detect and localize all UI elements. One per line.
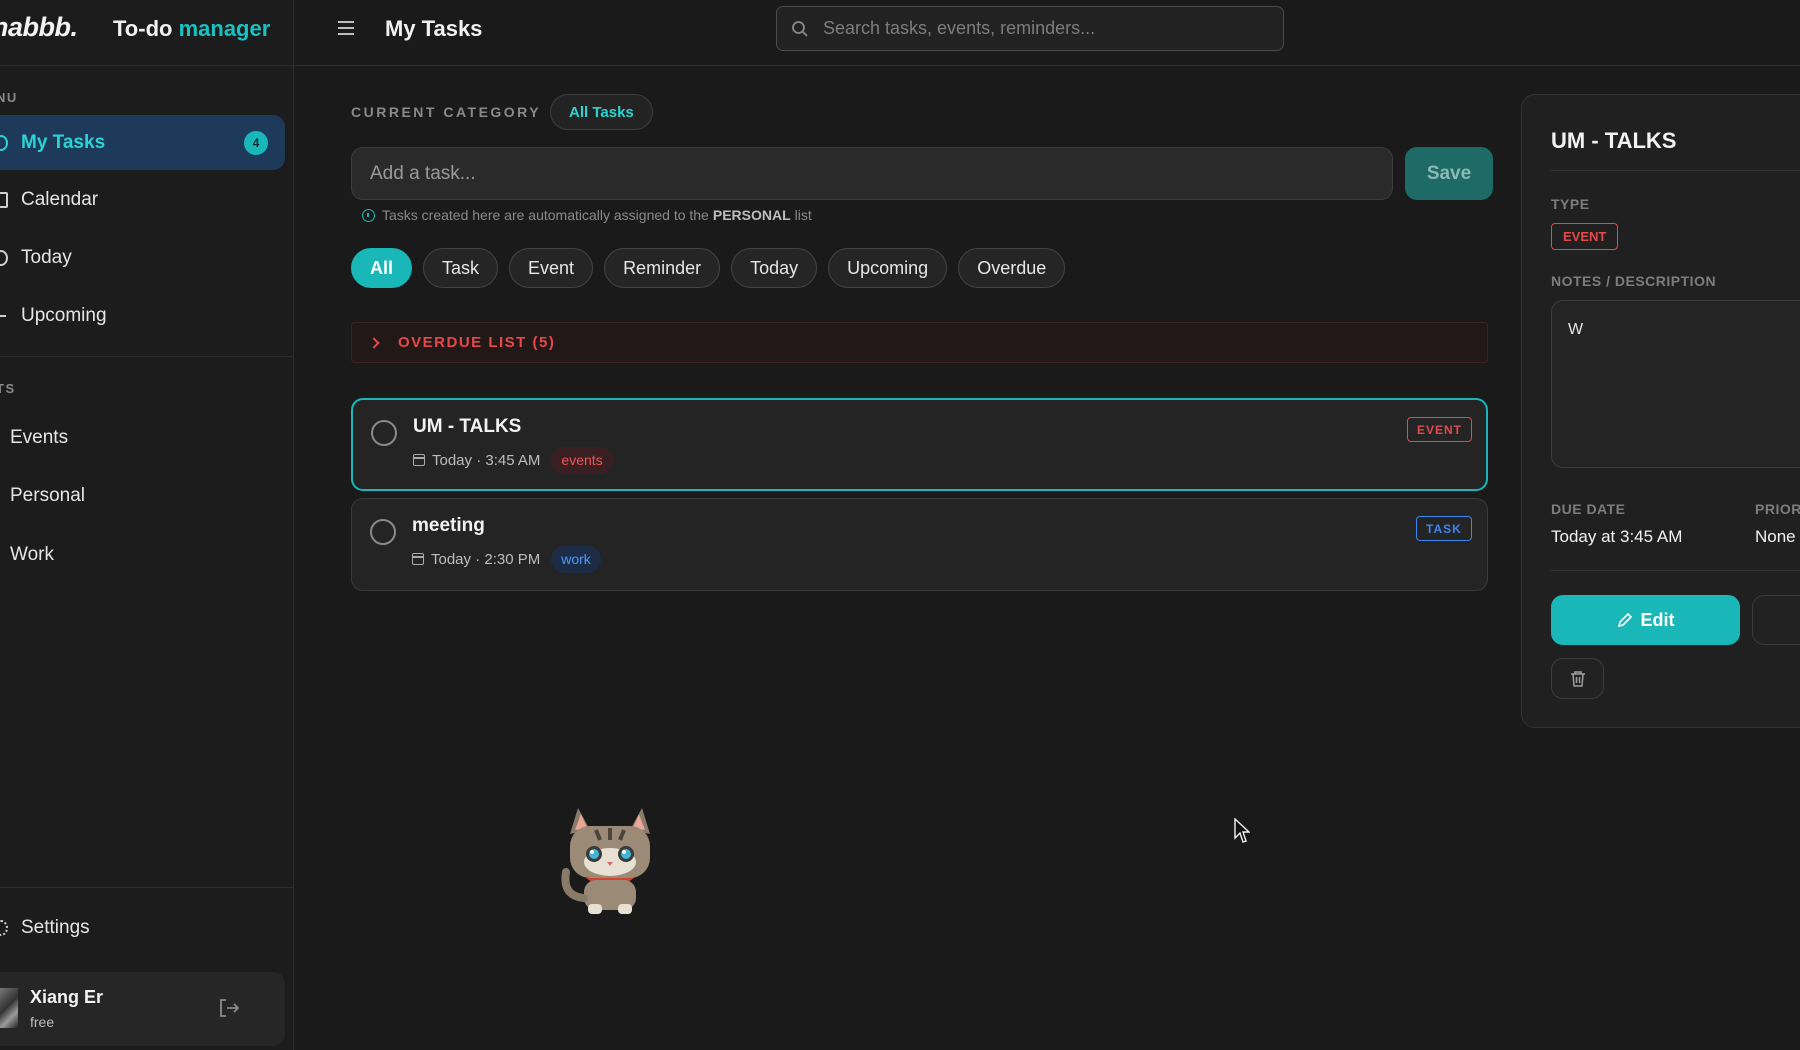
calendar-icon	[413, 454, 425, 466]
secondary-action-button[interactable]	[1752, 595, 1800, 645]
hint-list-name: PERSONAL	[712, 207, 791, 223]
detail-divider	[1551, 170, 1800, 171]
sidebar-item-my-tasks[interactable]: My Tasks 4	[0, 115, 285, 170]
hamburger-menu-icon[interactable]	[336, 18, 356, 38]
filter-upcoming[interactable]: Upcoming	[828, 248, 948, 288]
filter-reminder[interactable]: Reminder	[604, 248, 721, 288]
edit-button-label: Edit	[1640, 609, 1675, 630]
page-title: My Tasks	[385, 16, 483, 41]
search-box	[776, 6, 1284, 51]
task-type-badge: TASK	[1416, 516, 1472, 541]
task-card[interactable]: meeting Today · 2:30 PM work TASK	[351, 498, 1488, 591]
add-task-input[interactable]	[351, 147, 1393, 200]
sidebar-item-calendar[interactable]: Calendar	[0, 172, 285, 227]
current-category-label: CURRENT CATEGORY	[351, 104, 542, 120]
task-list-tag: events	[551, 446, 613, 474]
info-icon	[362, 208, 375, 222]
detail-due-label: DUE DATE	[1551, 501, 1626, 517]
filter-event[interactable]: Event	[509, 248, 594, 288]
menu-section-label: NU	[0, 90, 18, 105]
filter-overdue[interactable]: Overdue	[958, 248, 1066, 288]
task-type-badge: EVENT	[1407, 417, 1473, 442]
brand-logo: nabbb.	[0, 12, 78, 42]
app-name-accent: manager	[178, 16, 271, 41]
sidebar-item-label: Upcoming	[21, 304, 107, 326]
sidebar: nabbb. To-do manager NU My Tasks 4 Calen…	[0, 0, 294, 1050]
sidebar-item-label: Calendar	[21, 188, 99, 210]
detail-priority-value: None	[1755, 527, 1796, 546]
delete-button[interactable]	[1551, 658, 1604, 699]
search-icon	[792, 21, 808, 37]
assignment-hint: Tasks created here are automatically ass…	[362, 207, 812, 223]
detail-type-badge: EVENT	[1551, 223, 1619, 250]
circle-icon	[0, 134, 8, 151]
app-name: To-do manager	[113, 16, 270, 42]
brand: nabbb. To-do manager	[0, 0, 294, 66]
detail-title: UM - TALKS	[1551, 128, 1677, 153]
filter-chips: All Task Event Reminder Today Upcoming O…	[351, 248, 1066, 288]
user-plan: free	[30, 1014, 55, 1030]
task-meta: Today · 2:30 PM work	[412, 545, 601, 573]
user-card[interactable]: Xiang Er free	[0, 972, 285, 1046]
task-count-badge: 4	[244, 130, 268, 155]
arrow-icon	[0, 315, 6, 317]
detail-priority-label: PRIOR	[1755, 501, 1800, 517]
sidebar-list-events[interactable]: Events	[10, 427, 68, 449]
avatar	[0, 988, 18, 1028]
detail-due-value: Today at 3:45 AM	[1551, 527, 1683, 546]
task-meta: Today · 3:45 AM events	[413, 446, 613, 474]
user-name: Xiang Er	[30, 987, 104, 1007]
mouse-cursor-icon	[1234, 818, 1250, 843]
detail-notes-field[interactable]: W	[1551, 300, 1800, 468]
task-title: meeting	[412, 515, 485, 536]
sidebar-item-upcoming[interactable]: Upcoming	[0, 288, 285, 343]
task-detail-panel: UM - TALKS TYPE EVENT NOTES / DESCRIPTIO…	[1521, 94, 1800, 728]
detail-divider	[1551, 570, 1800, 571]
calendar-icon	[0, 191, 8, 208]
task-title: UM - TALKS	[413, 416, 522, 437]
sidebar-item-label: Settings	[21, 916, 90, 938]
task-due: Today · 3:45 AM	[432, 451, 541, 469]
sidebar-item-settings[interactable]: Settings	[0, 900, 285, 955]
cat-mascot-illustration	[561, 808, 650, 914]
app-name-main: To-do	[113, 16, 173, 41]
edit-button[interactable]: Edit	[1551, 595, 1740, 645]
filter-all[interactable]: All	[351, 248, 413, 288]
lists-section-label: TS	[0, 381, 16, 396]
pencil-icon	[1617, 612, 1632, 628]
task-complete-checkbox[interactable]	[371, 420, 397, 446]
save-button[interactable]: Save	[1405, 147, 1493, 200]
gear-icon	[0, 919, 8, 936]
hint-suffix: list	[794, 207, 812, 223]
filter-task[interactable]: Task	[423, 248, 499, 288]
clock-icon	[0, 249, 8, 266]
task-due: Today · 2:30 PM	[431, 550, 541, 568]
hint-prefix: Tasks created here are automatically ass…	[382, 207, 709, 223]
sidebar-divider	[0, 356, 294, 357]
search-input[interactable]	[823, 7, 1273, 50]
sidebar-item-label: Today	[21, 246, 72, 268]
detail-notes-label: NOTES / DESCRIPTION	[1551, 273, 1717, 289]
task-complete-checkbox[interactable]	[370, 519, 396, 545]
sidebar-item-label: My Tasks	[21, 131, 106, 153]
topbar: My Tasks	[294, 0, 1800, 66]
task-card[interactable]: UM - TALKS Today · 3:45 AM events EVENT	[351, 398, 1488, 491]
sidebar-item-today[interactable]: Today	[0, 230, 285, 285]
logout-icon[interactable]	[218, 998, 240, 1018]
calendar-icon	[412, 553, 424, 565]
sidebar-list-work[interactable]: Work	[10, 544, 54, 566]
filter-today[interactable]: Today	[731, 248, 818, 288]
sidebar-list-personal[interactable]: Personal	[10, 485, 85, 507]
overdue-list-label: OVERDUE LIST (5)	[398, 334, 556, 351]
current-category-pill[interactable]: All Tasks	[550, 94, 653, 130]
detail-type-label: TYPE	[1551, 196, 1590, 212]
task-list-tag: work	[551, 545, 601, 573]
overdue-list-toggle[interactable]: OVERDUE LIST (5)	[351, 322, 1488, 363]
sidebar-divider	[0, 887, 294, 888]
trash-icon	[1570, 670, 1585, 687]
chevron-right-icon	[368, 336, 380, 349]
